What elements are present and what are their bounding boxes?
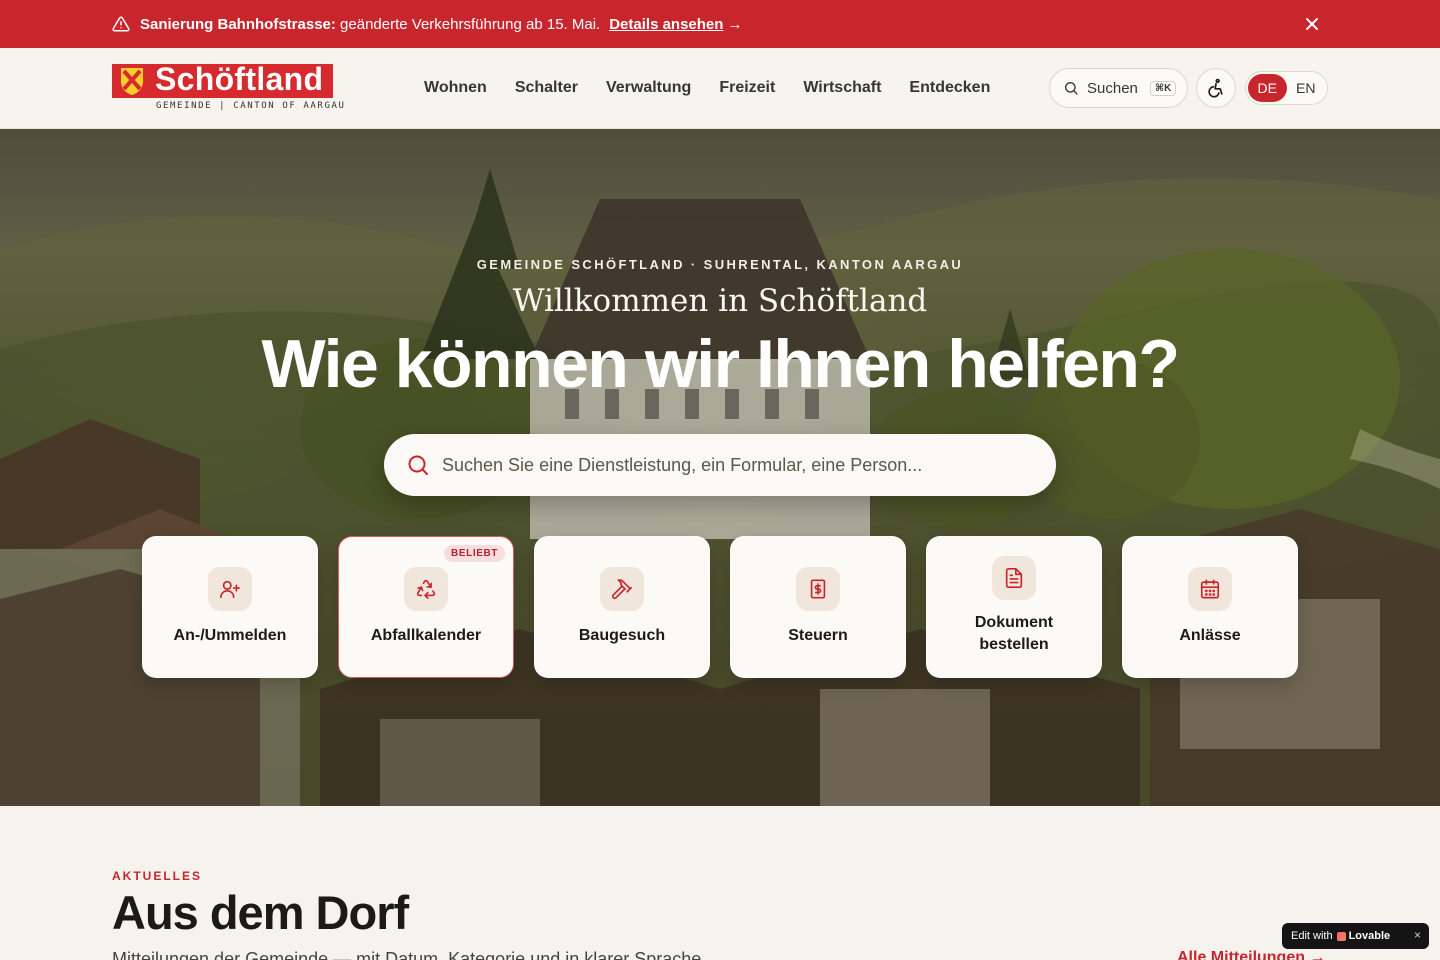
nav-item-freizeit[interactable]: Freizeit — [719, 79, 775, 97]
recycle-icon — [404, 567, 448, 611]
calendar-icon — [1188, 567, 1232, 611]
quick-links: An-/Ummelden BELIEBT Abfallkalender Baug… — [142, 536, 1298, 678]
quick-link-label: Baugesuch — [578, 627, 666, 644]
nav-item-verwaltung[interactable]: Verwaltung — [606, 79, 691, 97]
quick-link-ummelden[interactable]: An-/Ummelden — [142, 536, 318, 678]
lovable-brand-label: Lovable — [1348, 930, 1391, 942]
logo-name: Schöftland — [155, 61, 324, 97]
search-icon — [1065, 82, 1078, 95]
coat-of-arms-icon — [112, 64, 152, 98]
nav-item-wirtschaft[interactable]: Wirtschaft — [803, 79, 881, 97]
lang-de-button[interactable]: DE — [1248, 74, 1287, 102]
popular-badge: BELIEBT — [444, 545, 505, 562]
hero-search-input[interactable]: Suchen Sie eine Dienstleistung, ein Form… — [384, 434, 1056, 496]
accessibility-button[interactable] — [1196, 68, 1236, 108]
hero-welcome: Willkommen in Schöftland — [512, 283, 928, 319]
site-header: Schöftland GEMEINDE | CANTON OF AARGAU W… — [0, 48, 1440, 129]
nav-item-schalter[interactable]: Schalter — [515, 79, 578, 97]
all-news-link[interactable]: Alle Mitteilungen → — [1177, 949, 1325, 960]
lovable-logo-icon — [1336, 931, 1346, 941]
receipt-icon — [796, 567, 840, 611]
lovable-prefix: Edit with — [1291, 930, 1333, 942]
quick-link-label: Anlässe — [1179, 627, 1241, 644]
wheelchair-icon — [1208, 78, 1223, 98]
arrow-right-icon: → — [727, 15, 743, 33]
hero: GEMEINDE SCHÖFTLAND · SUHRENTAL, KANTON … — [0, 129, 1440, 806]
close-lovable-button[interactable]: × — [1414, 928, 1421, 942]
logo[interactable]: Schöftland GEMEINDE | CANTON OF AARGAU — [112, 61, 344, 114]
lang-en-button[interactable]: EN — [1287, 74, 1326, 102]
logo-subtitle: GEMEINDE | CANTON OF AARGAU — [156, 101, 346, 111]
news-subtitle: Mitteilungen der Gemeinde — mit Datum, K… — [112, 949, 707, 960]
nav-item-wohnen[interactable]: Wohnen — [424, 79, 487, 97]
close-icon — [1306, 18, 1318, 30]
quick-link-label: Abfallkalender — [370, 627, 482, 644]
close-alert-button[interactable] — [1302, 14, 1322, 34]
quick-link-dokument-bestellen[interactable]: Dokument bestellen — [926, 536, 1102, 678]
hero-headline: Wie können wir Ihnen helfen? — [261, 326, 1180, 402]
alert-title: Sanierung Bahnhofstrasse: — [140, 15, 336, 33]
nav-item-entdecken[interactable]: Entdecken — [909, 79, 990, 97]
language-switcher: DE EN — [1245, 71, 1328, 105]
quick-link-label: An-/Ummelden — [173, 627, 287, 644]
hero-search-placeholder: Suchen Sie eine Dienstleistung, ein Form… — [442, 454, 923, 475]
alert-details-link[interactable]: Details ansehen — [609, 16, 723, 33]
quick-link-label: Dokument bestellen — [974, 614, 1054, 653]
quick-link-anlaesse[interactable]: Anlässe — [1122, 536, 1298, 678]
news-title: Aus dem Dorf — [112, 886, 409, 939]
quick-link-abfallkalender[interactable]: BELIEBT Abfallkalender — [338, 536, 514, 678]
hammer-icon — [600, 567, 644, 611]
announcement-bar: Sanierung Bahnhofstrasse: geänderte Verk… — [0, 0, 1440, 48]
warning-icon — [112, 15, 130, 33]
quick-link-baugesuch[interactable]: Baugesuch — [534, 536, 710, 678]
quick-link-steuern[interactable]: Steuern — [730, 536, 906, 678]
search-label: Suchen — [1087, 79, 1138, 97]
user-plus-icon — [208, 567, 252, 611]
main-nav: Wohnen Schalter Verwaltung Freizeit Wirt… — [424, 48, 990, 128]
news-kicker: AKTUELLES — [112, 869, 202, 883]
shortcut-badge: ⌘K — [1149, 80, 1177, 96]
edit-with-lovable-badge[interactable]: Edit with Lovable × — [1282, 923, 1429, 949]
lovable-brand: Lovable — [1336, 930, 1391, 942]
search-icon — [408, 455, 428, 475]
quick-link-label: Steuern — [788, 627, 848, 644]
document-icon — [992, 556, 1036, 600]
header-search-button[interactable]: Suchen ⌘K — [1049, 68, 1188, 108]
hero-kicker: GEMEINDE SCHÖFTLAND · SUHRENTAL, KANTON … — [476, 257, 964, 272]
alert-message: geänderte Verkehrsführung ab 15. Mai. — [335, 15, 601, 33]
